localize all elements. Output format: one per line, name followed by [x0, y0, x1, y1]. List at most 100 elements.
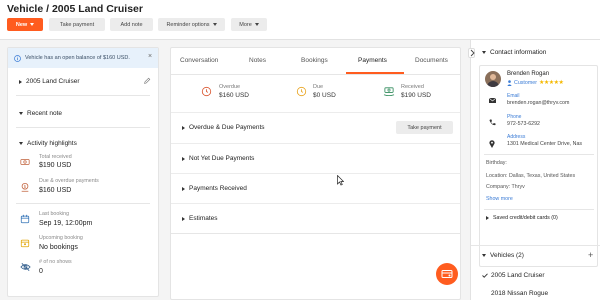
- received-label: Received: [401, 84, 424, 90]
- highlight-label: # of no shows: [39, 259, 72, 265]
- take-payment-label: Take payment: [407, 124, 442, 131]
- section-payments-received[interactable]: Payments Received: [171, 173, 460, 203]
- recent-note-row[interactable]: Recent note: [19, 110, 62, 117]
- payments-panel: Conversation Notes Bookings Payments Doc…: [170, 47, 461, 300]
- divider: [484, 154, 594, 155]
- highlight-label: Due & overdue payments: [39, 178, 99, 184]
- contact-sidebar: Contact information Brenden Rogan Custom…: [468, 40, 600, 300]
- section-title: Not Yet Due Payments: [189, 155, 255, 162]
- svg-text:$: $: [24, 184, 27, 189]
- chevron-down-icon: [30, 23, 35, 26]
- add-vehicle-icon[interactable]: +: [588, 250, 593, 260]
- saved-cards-row[interactable]: Saved credit/debit cards (0): [486, 215, 558, 221]
- take-payment-button[interactable]: Take payment: [49, 18, 105, 31]
- tab-bookings[interactable]: Bookings: [301, 57, 328, 64]
- location-pin-icon: [489, 140, 495, 148]
- show-more-link[interactable]: Show more: [486, 196, 513, 202]
- divider: [471, 245, 600, 246]
- contact-info-header[interactable]: Contact information: [482, 49, 546, 56]
- reminder-options-button[interactable]: Reminder options: [158, 18, 225, 31]
- edit-icon[interactable]: [143, 77, 151, 85]
- contact-card: Brenden Rogan Customer ★★★★★ Email brend…: [479, 65, 598, 267]
- highlight-label: Upcoming booking: [39, 235, 83, 241]
- highlight-label: Total received: [39, 154, 72, 160]
- tab-notes[interactable]: Notes: [249, 57, 266, 64]
- chevron-right-icon: [182, 216, 185, 221]
- more-label: More: [239, 21, 252, 28]
- birthday-field: Birthday:: [486, 160, 507, 166]
- received-money-icon: [383, 86, 395, 97]
- overdue-value: $160 USD: [219, 92, 249, 99]
- vehicle-item[interactable]: 2018 Nissan Rogue: [491, 290, 548, 297]
- money-icon: [20, 157, 30, 167]
- highlight-label: Last booking: [39, 211, 70, 217]
- payment-due-icon: $: [20, 182, 30, 193]
- email-icon: [489, 98, 496, 103]
- vehicle-name: 2005 Land Cruiser: [491, 272, 545, 279]
- new-button[interactable]: New: [7, 18, 43, 31]
- address-label: Address: [507, 134, 526, 140]
- chevron-down-icon: [19, 112, 23, 115]
- chevron-down-icon: [254, 23, 259, 26]
- divider: [16, 203, 150, 204]
- divider: [171, 74, 460, 75]
- address-value[interactable]: 1301 Medical Center Drive, Nas: [507, 141, 595, 147]
- highlight-value: Sep 19, 12:00pm: [39, 220, 93, 227]
- contact-role: Customer: [514, 79, 537, 86]
- email-label: Email: [507, 93, 520, 99]
- calendar-icon: [20, 214, 30, 224]
- person-icon: [507, 79, 512, 86]
- activity-title: Activity highlights: [27, 140, 77, 147]
- chevron-right-icon: [486, 216, 489, 220]
- chevron-right-icon: [182, 156, 185, 161]
- tab-conversation[interactable]: Conversation: [180, 57, 218, 64]
- page-header: Vehicle / 2005 Land Cruiser New Take pay…: [0, 0, 600, 40]
- close-icon[interactable]: ×: [148, 53, 152, 60]
- add-note-button[interactable]: Add note: [110, 18, 153, 31]
- divider: [16, 127, 150, 128]
- calendar-upcoming-icon: [20, 238, 30, 248]
- chevron-right-icon: [182, 125, 185, 130]
- saved-cards-label: Saved credit/debit cards (0): [493, 215, 558, 221]
- tab-payments[interactable]: Payments: [358, 57, 387, 64]
- phone-icon: [489, 119, 496, 126]
- add-note-label: Add note: [120, 21, 143, 28]
- collapse-sidebar-button[interactable]: [468, 48, 475, 58]
- more-button[interactable]: More: [231, 18, 267, 31]
- location-field: Location: Dallas, Texas, United States: [486, 173, 576, 179]
- vehicle-item-active[interactable]: 2005 Land Cruiser: [482, 272, 544, 279]
- activity-highlights-row[interactable]: Activity highlights: [19, 140, 77, 147]
- received-value: $190 USD: [401, 92, 431, 99]
- vehicles-header[interactable]: Vehicles (2): [482, 252, 524, 259]
- chevron-down-icon: [19, 142, 23, 145]
- contact-name: Brenden Rogan: [507, 71, 550, 77]
- chevron-right-icon: [19, 79, 22, 84]
- vehicle-name: 2005 Land Cruiser: [26, 78, 80, 85]
- vehicle-name-row[interactable]: 2005 Land Cruiser: [19, 78, 79, 85]
- payments-fab-button[interactable]: [436, 263, 458, 285]
- take-payment-button[interactable]: Take payment: [396, 121, 453, 134]
- divider: [484, 209, 594, 210]
- highlight-value: $160 USD: [39, 187, 72, 194]
- email-value[interactable]: brenden.rogan@thryv.com: [507, 100, 569, 106]
- section-title: Payments Received: [189, 185, 247, 192]
- vehicle-summary-panel: Vehicle has an open balance of $160 USD.…: [7, 47, 159, 297]
- highlight-value: No bookings: [39, 244, 78, 251]
- section-not-yet-due-payments[interactable]: Not Yet Due Payments: [171, 143, 460, 173]
- section-title: Overdue & Due Payments: [189, 124, 265, 131]
- avatar: [485, 71, 501, 87]
- reminder-options-label: Reminder options: [166, 21, 210, 28]
- rating-stars-icon: ★★★★★: [538, 80, 564, 86]
- company-field: Company: Thryv: [486, 184, 525, 190]
- chevron-down-icon: [482, 254, 486, 257]
- phone-value[interactable]: 972-573-6292: [507, 121, 540, 127]
- checkmark-icon: [482, 273, 488, 278]
- due-value: $0 USD: [313, 92, 336, 99]
- overdue-label: Overdue: [219, 84, 241, 90]
- chevron-down-icon: [482, 51, 486, 54]
- take-payment-label: Take payment: [59, 21, 95, 28]
- tab-documents[interactable]: Documents: [415, 57, 448, 64]
- section-estimates[interactable]: Estimates: [171, 203, 460, 233]
- phone-label: Phone: [507, 114, 522, 120]
- alert-text: Vehicle has an open balance of $160 USD.: [25, 55, 130, 61]
